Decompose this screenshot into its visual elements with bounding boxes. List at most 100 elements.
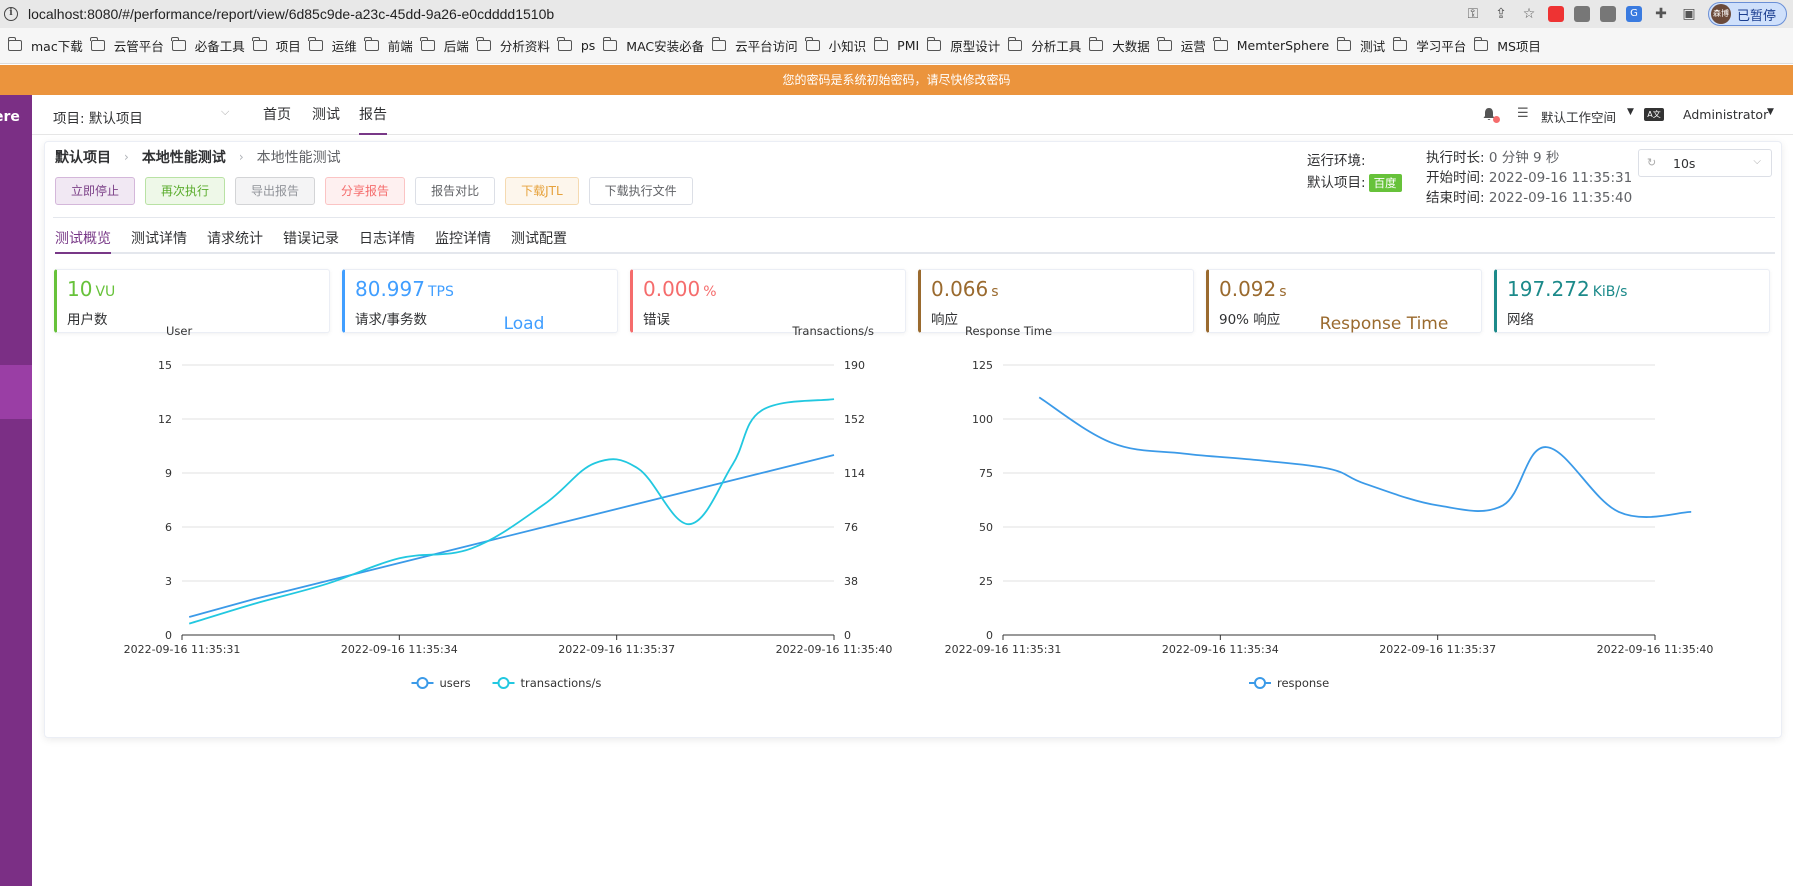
tab-errors[interactable]: 错误记录 <box>283 224 339 254</box>
bookmark-label: 云平台访问 <box>735 39 798 54</box>
bookmark-label: MAC安装必备 <box>626 39 705 54</box>
bookmark-folder[interactable]: 前端 <box>364 35 421 57</box>
duration-label: 执行时长: <box>1426 150 1485 166</box>
bookmark-folder[interactable]: MS项目 <box>1473 35 1549 57</box>
stop-button[interactable]: 立即停止 <box>55 177 136 205</box>
breadcrumb-test[interactable]: 本地性能测试 <box>142 147 226 167</box>
star-icon[interactable]: ☆ <box>1520 5 1538 23</box>
puzzle-icon[interactable]: ✚ <box>1652 5 1670 23</box>
translate-extension-icon[interactable]: G <box>1625 6 1642 22</box>
end-label: 结束时间: <box>1426 190 1485 206</box>
selenium-extension-icon[interactable] <box>1599 6 1616 22</box>
duration-value: 0 分钟 9 秒 <box>1488 150 1560 166</box>
report-actions: 立即停止 再次执行 导出报告 分享报告 报告对比 下载JTL 下载执行文件 <box>55 177 693 205</box>
y-tick-label: 125 <box>972 359 993 372</box>
y-tick-label: 9 <box>165 467 172 480</box>
workspace-selector[interactable]: 默认工作空间 <box>1541 107 1616 126</box>
tab-overview[interactable]: 测试概览 <box>55 224 111 254</box>
stat-unit: s <box>991 284 999 300</box>
nav-home[interactable]: 首页 <box>263 95 291 135</box>
stat-number: 10 <box>67 277 93 301</box>
folder-icon <box>602 37 618 51</box>
extension-icon[interactable] <box>1573 6 1590 22</box>
caret-down-icon[interactable]: ▼ <box>1767 107 1774 117</box>
bookmark-folder[interactable]: 项目 <box>252 35 309 57</box>
refresh-interval-select[interactable]: ↻ 10s ⌵ <box>1638 149 1772 177</box>
chart-title: Load <box>504 315 545 334</box>
bookmark-folder[interactable]: 云管平台 <box>90 35 172 57</box>
bookmark-folder[interactable]: 学习平台 <box>1392 35 1474 57</box>
bookmark-folder[interactable]: 必备工具 <box>171 35 253 57</box>
bookmark-folder[interactable]: 运维 <box>308 35 365 57</box>
x-tick-label: 2022-09-16 11:35:34 <box>341 643 458 656</box>
rerun-button[interactable]: 再次执行 <box>145 177 226 205</box>
stat-unit: KiB/s <box>1592 284 1628 300</box>
chevron-right-icon: › <box>124 150 129 164</box>
bookmark-folder[interactable]: 原型设计 <box>926 35 1008 57</box>
bookmark-folder[interactable]: 大数据 <box>1088 35 1158 57</box>
stat-unit: TPS <box>427 284 454 300</box>
bookmark-label: 学习平台 <box>1416 39 1467 54</box>
legend-marker <box>1254 677 1266 689</box>
y-axis-label: User <box>166 324 192 338</box>
folder-icon <box>1088 37 1104 51</box>
chevron-down-icon[interactable]: ⌵ <box>221 105 229 119</box>
key-icon[interactable]: ⚿ <box>1464 5 1482 23</box>
bookmark-folder[interactable]: 分析工具 <box>1007 35 1089 57</box>
bookmark-folder[interactable]: PMI <box>873 35 927 57</box>
chevron-right-icon: › <box>238 150 244 164</box>
site-info-icon[interactable]: i <box>4 7 18 21</box>
x-tick-label: 2022-09-16 11:35:34 <box>1162 643 1279 656</box>
stat-value: 0.092 s <box>1219 277 1287 301</box>
sidebar-item-active[interactable] <box>0 365 32 419</box>
url-field[interactable]: localhost:8080/#/performance/report/view… <box>28 6 554 22</box>
bookmark-folder[interactable]: 小知识 <box>805 35 875 57</box>
legend-marker <box>497 677 510 689</box>
bookmark-folder[interactable]: 云平台访问 <box>711 35 806 57</box>
tab-monitor[interactable]: 监控详情 <box>435 224 491 254</box>
bookmark-folder[interactable]: MemterSphere <box>1213 35 1337 57</box>
folder-icon <box>711 37 727 51</box>
refresh-interval-value: 10s <box>1673 156 1696 171</box>
legend-label: transactions/s <box>521 676 602 690</box>
notification-bell-icon[interactable] <box>1482 107 1500 123</box>
bookmark-folder[interactable]: 后端 <box>420 35 477 57</box>
run-environment: 运行环境: 默认项目: 百度 <box>1307 150 1402 194</box>
load-chart: Load User Transactions/s 0 3 6 9 12 15 0 38 76 114 15… <box>124 315 893 690</box>
breadcrumb-project[interactable]: 默认项目 <box>55 147 111 167</box>
project-selector[interactable]: 项目: 默认项目 <box>53 107 143 127</box>
caret-down-icon[interactable]: ▼ <box>1627 107 1634 117</box>
sidepanel-icon[interactable]: ▣ <box>1680 5 1698 23</box>
stat-number: 197.272 <box>1507 277 1590 301</box>
folder-icon <box>926 37 942 51</box>
bookmark-folder[interactable]: mac下载 <box>7 35 91 57</box>
user-menu[interactable]: Administrator <box>1683 107 1768 122</box>
password-warning-banner: 您的密码是系统初始密码，请尽快修改密码 <box>0 65 1793 95</box>
nav-test[interactable]: 测试 <box>312 95 340 135</box>
compare-report-button[interactable]: 报告对比 <box>415 177 496 205</box>
tab-details[interactable]: 测试详情 <box>131 224 187 254</box>
bookmark-folder[interactable]: 测试 <box>1336 35 1393 57</box>
tab-logs[interactable]: 日志详情 <box>359 224 415 254</box>
profile-button[interactable]: 森博 已暂停 <box>1707 2 1787 26</box>
bookmark-folder[interactable]: ps <box>557 35 603 57</box>
tab-request-stats[interactable]: 请求统计 <box>207 224 263 254</box>
extension-icon[interactable] <box>1547 6 1564 22</box>
bookmark-folder[interactable]: MAC安装必备 <box>602 35 712 57</box>
share-report-button[interactable]: 分享报告 <box>325 177 406 205</box>
export-report-button[interactable]: 导出报告 <box>235 177 316 205</box>
folder-icon <box>1392 37 1408 51</box>
download-jtl-button[interactable]: 下载JTL <box>505 177 579 205</box>
bookmark-label: 云管平台 <box>113 39 164 54</box>
start-label: 开始时间: <box>1426 170 1485 186</box>
series-line-users <box>188 454 835 618</box>
language-icon[interactable]: A文 <box>1644 108 1664 121</box>
stat-value: 197.272 KiB/s <box>1507 277 1627 301</box>
share-icon[interactable]: ⇪ <box>1492 5 1510 23</box>
nav-report[interactable]: 报告 <box>359 95 387 135</box>
bookmark-folder[interactable]: 分析资料 <box>476 35 558 57</box>
bookmark-label: 测试 <box>1360 39 1386 54</box>
tab-config[interactable]: 测试配置 <box>511 224 567 254</box>
download-files-button[interactable]: 下载执行文件 <box>588 177 693 205</box>
bookmark-folder[interactable]: 运营 <box>1157 35 1214 57</box>
